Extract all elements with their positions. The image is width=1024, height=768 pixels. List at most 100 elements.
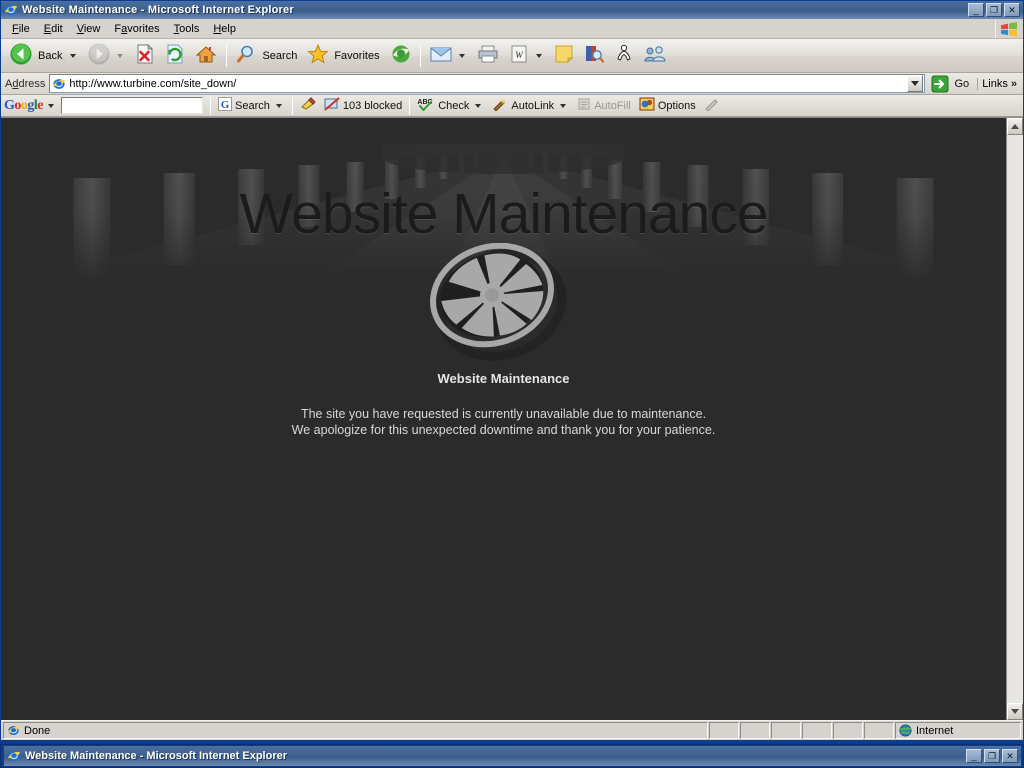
edit-chevron-down-icon[interactable]: [535, 53, 542, 58]
back-history-chevron-down-icon[interactable]: [70, 53, 77, 58]
google-blocked-label: 103 blocked: [342, 99, 403, 112]
home-button[interactable]: [190, 41, 222, 71]
windows-flag-icon[interactable]: [995, 20, 1021, 38]
status-text: Done: [24, 724, 51, 737]
background-restore-button[interactable]: ❐: [984, 749, 1000, 763]
stop-icon: [134, 43, 156, 68]
menu-item-view-label: iew: [83, 22, 101, 35]
menu-item-help-label: elp: [221, 22, 236, 35]
google-separator: [210, 96, 211, 115]
google-search-button[interactable]: G Search: [214, 96, 289, 116]
google-toolbar: Google G Search 103 blocked ABC Check Au…: [1, 95, 1023, 117]
google-check-chevron-down-icon[interactable]: [475, 103, 482, 108]
close-button[interactable]: ✕: [1004, 3, 1020, 17]
status-bar: Done Internet: [1, 720, 1023, 740]
svg-text:G: G: [221, 99, 230, 111]
background-window-title: Website Maintenance - Microsoft Internet…: [25, 750, 288, 762]
messenger-button[interactable]: [609, 41, 639, 71]
printer-icon: [476, 44, 500, 67]
wand-icon: [492, 97, 508, 114]
print-button[interactable]: [472, 41, 504, 71]
favorites-label: Favorites: [334, 49, 380, 62]
address-url-text: http://www.turbine.com/site_down/: [69, 77, 237, 90]
status-panel-1: [709, 722, 739, 739]
menu-item-favorites[interactable]: Favorites: [107, 21, 166, 37]
restore-button[interactable]: ❐: [986, 3, 1002, 17]
page-body-text: The site you have requested is currently…: [1, 406, 1006, 438]
google-check-label: Check: [438, 99, 470, 112]
google-logo: Google: [4, 97, 43, 113]
mail-chevron-down-icon[interactable]: [458, 53, 465, 58]
links-button[interactable]: Links »: [977, 77, 1021, 90]
menu-item-help[interactable]: Help: [206, 21, 243, 37]
back-arrow-icon: [9, 42, 33, 69]
google-search-input[interactable]: [61, 97, 203, 114]
google-popup-blocker-button[interactable]: 103 blocked: [320, 96, 406, 116]
mail-button[interactable]: [425, 41, 472, 71]
toolbar-separator: [419, 44, 421, 67]
minimize-button[interactable]: _: [968, 3, 984, 17]
google-options-button[interactable]: Options: [635, 96, 700, 116]
menu-item-view[interactable]: View: [70, 21, 108, 37]
background-window[interactable]: Website Maintenance - Microsoft Internet…: [0, 744, 1024, 768]
word-edit-icon: W: [508, 44, 530, 67]
background-window-title-bar[interactable]: Website Maintenance - Microsoft Internet…: [4, 746, 1021, 766]
google-autofill-button[interactable]: AutoFill: [573, 96, 635, 116]
google-highlight-button[interactable]: [296, 96, 320, 116]
stop-button[interactable]: [130, 41, 160, 71]
go-button[interactable]: Go: [925, 75, 976, 93]
refresh-button[interactable]: [160, 41, 190, 71]
status-message-panel: Done: [3, 722, 708, 739]
star-icon: [307, 43, 329, 68]
google-autofill-label: AutoFill: [594, 99, 631, 112]
edit-with-word-button[interactable]: W: [504, 41, 549, 71]
vertical-scrollbar[interactable]: [1006, 118, 1023, 720]
status-panel-2: [740, 722, 770, 739]
forward-button[interactable]: [83, 41, 130, 71]
address-bar: Address http://www.turbine.com/site_down…: [1, 73, 1023, 95]
google-autolink-button[interactable]: AutoLink: [488, 96, 573, 116]
back-button[interactable]: Back: [5, 41, 83, 71]
scroll-down-arrow-icon[interactable]: [1007, 703, 1023, 720]
people-button[interactable]: [639, 41, 671, 71]
menu-item-tools-label: ools: [179, 22, 200, 35]
pencil-icon: [704, 97, 720, 114]
title-bar: Website Maintenance - Microsoft Internet…: [1, 1, 1023, 19]
search-label: Search: [262, 49, 298, 62]
scroll-up-arrow-icon[interactable]: [1007, 118, 1023, 135]
menu-item-edit[interactable]: Edit: [37, 21, 70, 37]
note-icon: [553, 44, 575, 67]
scrollbar-track[interactable]: [1007, 135, 1023, 703]
highlight-icon: [300, 97, 316, 114]
address-label: Address: [5, 77, 46, 90]
google-autolink-chevron-down-icon[interactable]: [560, 103, 567, 108]
options-icon: [639, 97, 655, 114]
research-icon: [583, 44, 605, 67]
search-button[interactable]: Search: [231, 41, 303, 71]
research-button[interactable]: [579, 41, 609, 71]
menu-item-file-label: ile: [18, 22, 30, 35]
security-zone-label: Internet: [916, 724, 954, 737]
notes-button[interactable]: [549, 41, 579, 71]
google-g-icon: G: [218, 97, 232, 114]
menu-item-edit-label: dit: [51, 22, 63, 35]
google-logo-chevron-down-icon[interactable]: [48, 103, 54, 108]
forward-history-chevron-down-icon[interactable]: [117, 53, 124, 58]
logo-container: [1, 242, 1006, 364]
address-dropdown-chevron-down-icon[interactable]: [906, 75, 923, 92]
security-zone-panel[interactable]: Internet: [895, 722, 1021, 739]
google-pencil-button[interactable]: [700, 96, 724, 116]
window-title: Website Maintenance - Microsoft Internet…: [22, 4, 294, 16]
favorites-button[interactable]: Favorites: [303, 41, 385, 71]
menu-item-file[interactable]: File: [5, 21, 37, 37]
menu-item-tools[interactable]: Tools: [167, 21, 207, 37]
go-arrow-icon: [931, 75, 949, 93]
background-close-button[interactable]: ✕: [1002, 749, 1018, 763]
google-search-chevron-down-icon[interactable]: [275, 103, 282, 108]
google-separator: [409, 96, 411, 115]
background-minimize-button[interactable]: _: [966, 749, 982, 763]
media-button[interactable]: [386, 41, 416, 71]
address-input[interactable]: http://www.turbine.com/site_down/: [49, 74, 925, 93]
google-spellcheck-button[interactable]: ABC Check: [413, 96, 488, 116]
globe-icon: [899, 724, 912, 737]
